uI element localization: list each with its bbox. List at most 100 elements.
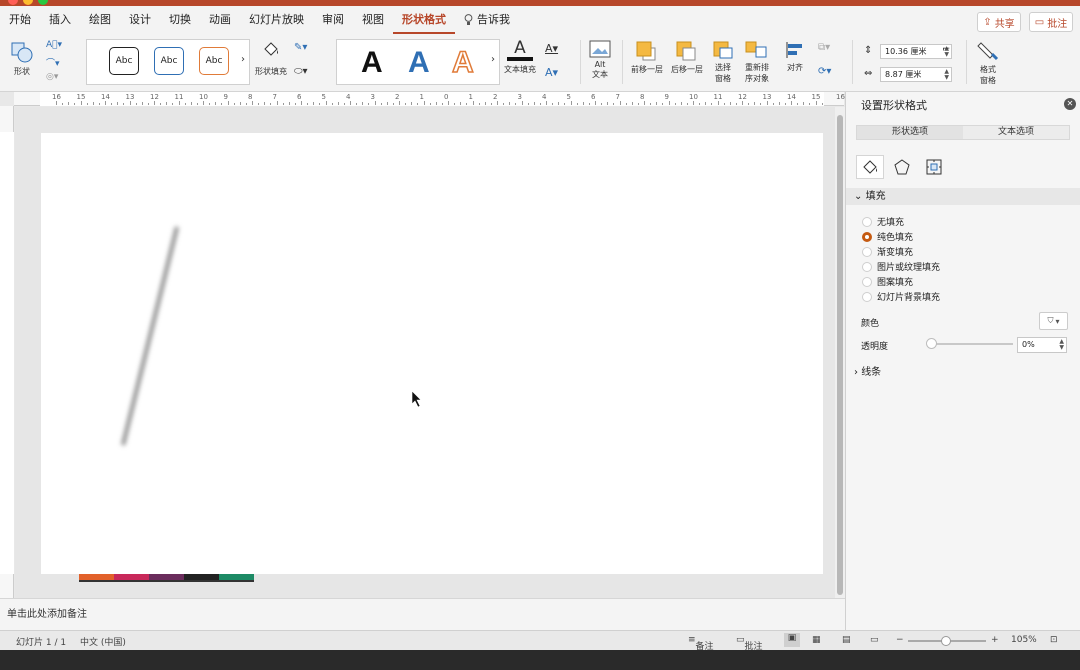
shape-style-1[interactable]: Abc — [109, 47, 139, 75]
fill-option-none[interactable]: 无填充 — [862, 215, 904, 228]
fill-option-gradient[interactable]: 渐变填充 — [862, 245, 913, 258]
tab-draw[interactable]: 绘图 — [80, 6, 120, 34]
tab-animations[interactable]: 动画 — [200, 6, 240, 34]
transparency-input[interactable]: 0% ▲ ▼ — [1017, 337, 1067, 353]
normal-view-button[interactable]: ▣ — [784, 633, 800, 647]
fill-line-category[interactable] — [856, 155, 884, 179]
fill-option-pattern[interactable]: 图案填充 — [862, 275, 913, 288]
shape-effects-button[interactable]: ⬭▾ — [294, 66, 308, 77]
insert-shape-button[interactable]: 形状 — [6, 40, 38, 77]
group-button[interactable]: ⧉▾ — [818, 42, 830, 53]
vertical-scrollbar[interactable] — [835, 107, 845, 598]
wordart-style-orange[interactable]: A — [451, 45, 474, 80]
text-outline-button[interactable]: A▾ — [545, 42, 558, 55]
selection-pane-button[interactable]: 选择 窗格 — [710, 40, 736, 84]
shape-style-2[interactable]: Abc — [154, 47, 184, 75]
wordart-more-button[interactable]: › — [491, 54, 495, 65]
transparency-stepper[interactable]: ▲ ▼ — [1059, 339, 1064, 351]
zoom-level[interactable]: 105% — [1011, 635, 1037, 645]
alt-text-button[interactable]: Alt 文本 — [586, 40, 614, 80]
size-dialog-launcher[interactable]: ⌐ — [942, 44, 950, 55]
size-properties-category[interactable] — [920, 155, 948, 179]
ruler-tick — [809, 103, 811, 105]
transparency-slider-track[interactable] — [931, 343, 1013, 345]
ruler-tick — [276, 101, 278, 105]
fill-option-picture[interactable]: 图片或纹理填充 — [862, 260, 940, 273]
comments-button[interactable]: ▭ 批注 — [1029, 12, 1073, 32]
pane-close-icon[interactable]: ✕ — [1064, 98, 1076, 110]
text-effects-button[interactable]: A▾ — [545, 66, 558, 79]
diagonal-line-shape[interactable] — [121, 226, 179, 446]
shape-outline-button[interactable]: ✎▾ — [294, 42, 307, 53]
fill-color-dropdown[interactable]: ⛉ ▾ — [1039, 312, 1068, 330]
tab-insert[interactable]: 插入 — [40, 6, 80, 34]
fill-option-slide-background[interactable]: 幻灯片背景填充 — [862, 290, 940, 303]
ruler-tick — [558, 102, 560, 105]
shape-style-3[interactable]: Abc — [199, 47, 229, 75]
tab-shape-format[interactable]: 形状格式 — [393, 6, 455, 34]
reading-view-button[interactable]: ▤ — [842, 635, 851, 645]
ruler-tick — [356, 103, 358, 105]
ruler-tick — [533, 102, 535, 105]
ruler-tick — [760, 103, 762, 105]
shape-fill-button[interactable]: 形状填充 — [252, 40, 290, 77]
zoom-out-button[interactable]: − — [896, 635, 904, 645]
ruler-tick-label: 15 — [811, 93, 821, 101]
comments-toggle-button[interactable]: ▭ 批注 — [736, 635, 763, 652]
color-strip-shape[interactable] — [79, 574, 254, 582]
zoom-in-button[interactable]: + — [991, 635, 999, 645]
slide-editing-area[interactable] — [15, 107, 835, 598]
tab-text-options[interactable]: 文本选项 — [963, 126, 1069, 139]
language-indicator[interactable]: 中文 (中国) — [80, 635, 126, 648]
transparency-slider-handle[interactable] — [926, 338, 937, 349]
tab-shape-options[interactable]: 形状选项 — [857, 126, 963, 139]
text-box-button[interactable]: A⃞▾ — [46, 40, 62, 50]
tab-transitions[interactable]: 切换 — [160, 6, 200, 34]
shape-width-input[interactable]: 8.87 厘米 ▲ ▼ — [880, 67, 952, 82]
notes-pane[interactable]: 单击此处添加备注 — [0, 598, 845, 630]
shape-styles-more-button[interactable]: › — [241, 54, 245, 65]
text-fill-button[interactable]: A 文本填充 — [502, 39, 538, 75]
reorder-objects-button[interactable]: 重新排 序对象 — [740, 40, 774, 84]
send-backward-button[interactable]: 后移一层 — [668, 40, 706, 75]
ruler-tick — [564, 103, 566, 105]
align-button[interactable]: 对齐 — [780, 40, 810, 73]
wordart-style-blue[interactable]: A — [408, 46, 430, 80]
mouse-cursor-icon — [411, 390, 422, 408]
zoom-slider-handle[interactable] — [941, 636, 951, 646]
ruler-tick-label: 8 — [640, 93, 645, 101]
merge-shapes-button[interactable]: ◎▾ — [46, 72, 58, 82]
edit-shape-button[interactable]: ⌒▾ — [46, 56, 60, 69]
zoom-window-button[interactable] — [38, 0, 48, 5]
fill-section-header[interactable]: ⌄ 填充 — [846, 188, 1080, 205]
bring-forward-button[interactable]: 前移一层 — [628, 40, 666, 75]
notes-toggle-button[interactable]: ≡ 备注 — [688, 635, 714, 652]
color-strip-pink — [114, 574, 149, 580]
picture-icon — [589, 40, 611, 58]
slide[interactable] — [41, 133, 823, 574]
share-button[interactable]: ⇪ 共享 — [977, 12, 1021, 32]
tab-home[interactable]: 开始 — [0, 6, 40, 34]
ruler-tick — [221, 103, 223, 105]
fit-to-window-button[interactable]: ⊡ — [1050, 635, 1058, 645]
slideshow-view-button[interactable]: ▭ — [870, 635, 879, 645]
tab-review[interactable]: 审阅 — [313, 6, 353, 34]
tab-design[interactable]: 设计 — [120, 6, 160, 34]
close-window-button[interactable] — [8, 0, 18, 5]
width-stepper[interactable]: ▲ ▼ — [944, 69, 949, 81]
rotate-button[interactable]: ⟳▾ — [818, 66, 831, 77]
wordart-style-black[interactable]: A — [361, 46, 383, 80]
slide-sorter-view-button[interactable]: ▦ — [812, 635, 821, 645]
fill-option-solid[interactable]: 纯色填充 — [862, 230, 913, 243]
ruler-tick — [68, 102, 70, 105]
tell-me-search[interactable]: 告诉我 — [455, 6, 519, 34]
tab-slideshow[interactable]: 幻灯片放映 — [240, 6, 313, 34]
effects-category[interactable] — [888, 155, 916, 179]
tab-view[interactable]: 视图 — [353, 6, 393, 34]
format-pane-button[interactable]: 格式 窗格 — [972, 40, 1004, 86]
slide-content — [121, 226, 422, 446]
scrollbar-thumb[interactable] — [837, 115, 843, 595]
ruler-tick — [674, 103, 676, 105]
minimize-window-button[interactable] — [23, 0, 33, 5]
line-section-header[interactable]: › 线条 — [846, 364, 1080, 381]
